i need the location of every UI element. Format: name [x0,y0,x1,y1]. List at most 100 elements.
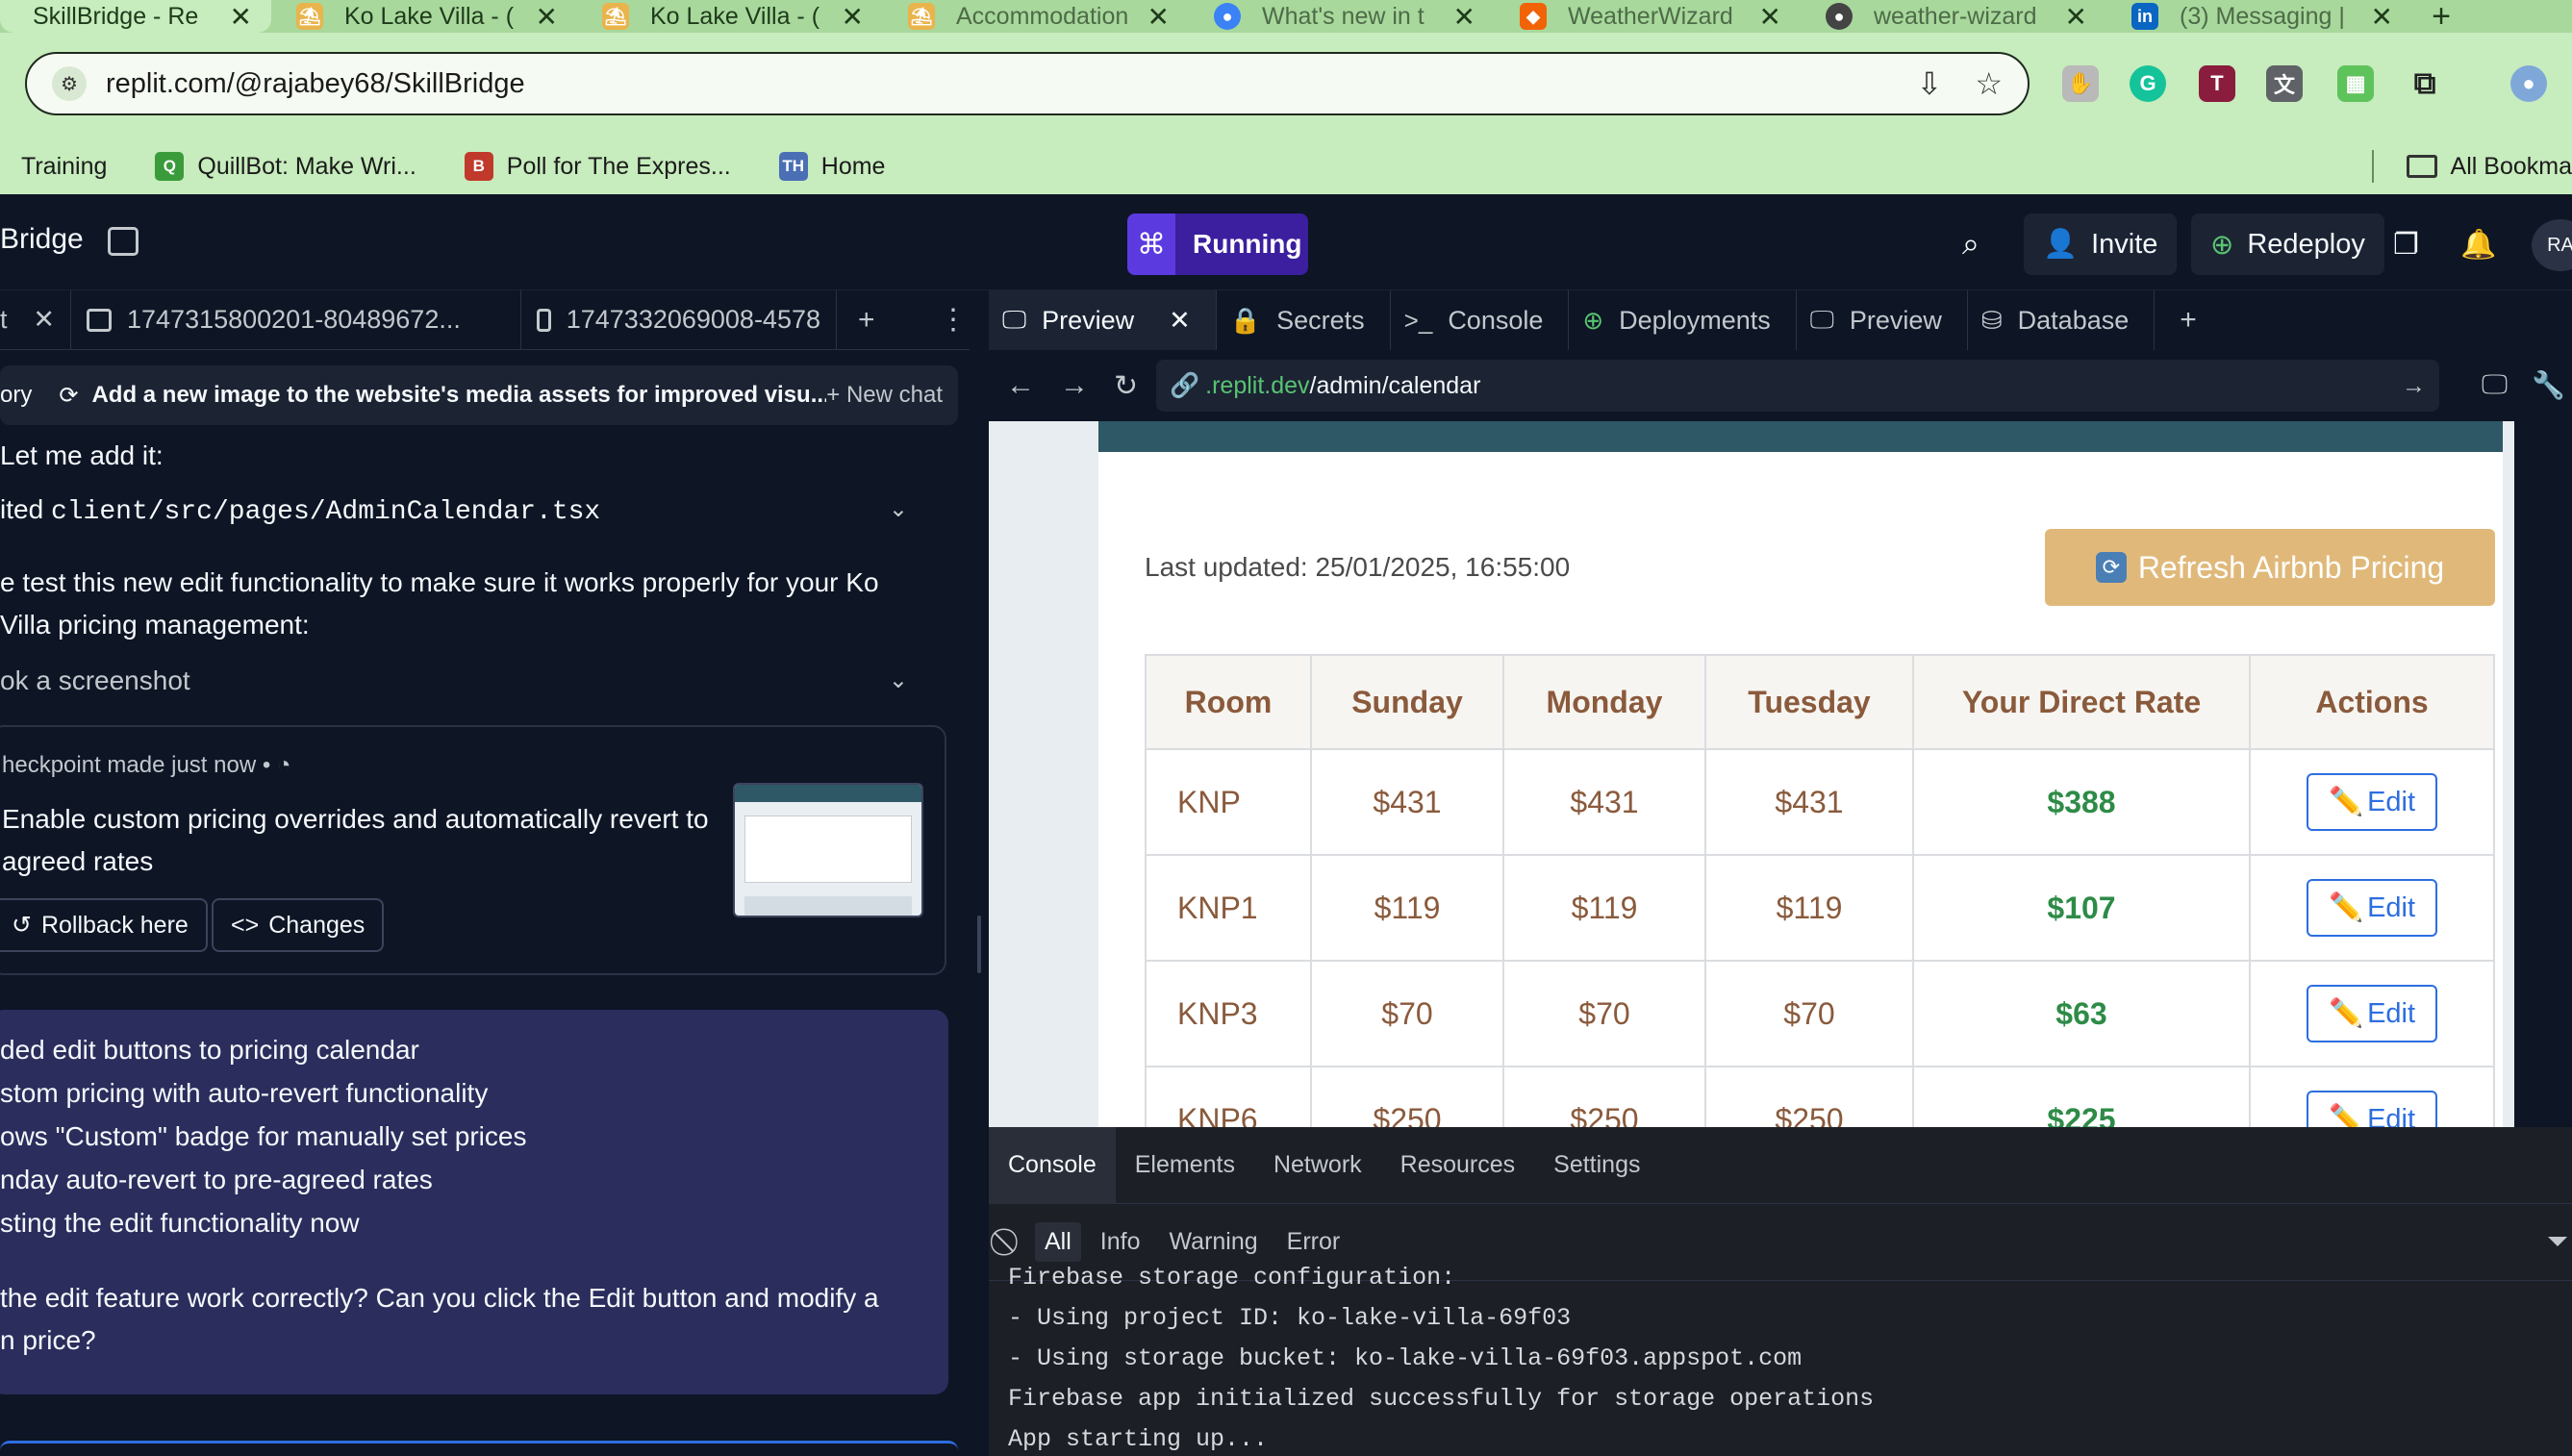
panel-resize-handle[interactable] [970,290,989,1456]
devtools-wrench-icon[interactable]: 🔧 [2532,369,2565,401]
extension-icon[interactable]: ✋ [2062,65,2099,102]
more-options-icon[interactable]: ⋮ [939,303,968,337]
filter-warning[interactable]: Warning [1160,1222,1268,1262]
close-icon[interactable]: ✕ [1169,306,1191,336]
install-app-icon[interactable]: ⇩ [1917,65,1943,102]
bookmark-item[interactable]: Q QuillBot: Make Wri... [155,152,416,181]
tab-deployments[interactable]: ⊕ Deployments [1569,290,1797,350]
invite-button[interactable]: 👤 Invite [2024,213,2178,275]
search-icon[interactable]: ⌕ [1962,213,1979,275]
tab-console[interactable]: >_ Console [1391,290,1570,350]
chat-history-bar[interactable]: ory ⟳ Add a new image to the website's m… [0,365,958,425]
tab-secrets[interactable]: 🔒 Secrets [1217,290,1391,350]
reload-icon[interactable]: ↻ [1114,369,1150,403]
star-icon[interactable]: ☆ [1975,65,2003,102]
run-status-button[interactable]: ⌘ Running [1127,213,1308,275]
extension-t-icon[interactable]: T [2199,65,2235,102]
rollback-button[interactable]: ↺ Rollback here [0,898,208,952]
browser-tab[interactable]: ⛱ Accommodation ✕ [883,0,1189,33]
address-bar[interactable]: ⚙ replit.com/@rajabey68/SkillBridge ⇩ ☆ [25,52,2030,115]
console-output[interactable]: Firebase storage configuration: - Using p… [1008,1264,1874,1456]
filter-error[interactable]: Error [1277,1222,1350,1262]
browser-tab[interactable]: ⛱ Ko Lake Villa - ( ✕ [577,0,883,33]
close-icon[interactable]: ✕ [230,1,252,33]
add-tab-button[interactable]: + [858,304,875,337]
tab-preview-2[interactable]: 🖵 Preview [1797,290,1968,350]
preview-url-field[interactable]: 🔗 .replit.dev/admin/calendar → [1156,360,2439,412]
tab-database[interactable]: ⛁ Database [1968,290,2156,350]
browser-tab[interactable]: in (3) Messaging | ✕ [2106,0,2412,33]
avatar[interactable]: RA [2532,219,2572,271]
last-updated: Last updated: 25/01/2025, 16:55:00 [1145,552,1571,582]
devtools-tab-settings[interactable]: Settings [1534,1127,1659,1204]
chevron-down-icon[interactable]: ⌄ [889,489,908,531]
tab-preview[interactable]: 🖵 Preview ✕ [989,290,1217,350]
edited-file-row[interactable]: ited client/src/pages/AdminCalendar.tsx … [0,489,958,534]
history-label[interactable]: ory [0,382,32,409]
resize-grip[interactable] [977,916,981,973]
browser-tab-strip: SkillBridge - Re ✕ ⛱ Ko Lake Villa - ( ✕… [0,0,2572,35]
devtools-tab-console[interactable]: Console [989,1126,1116,1204]
changes-button[interactable]: <> Changes [212,898,385,952]
translate-icon[interactable]: 文 [2266,65,2303,102]
tab-image-file[interactable]: 1747315800201-80489672... [71,290,521,350]
bookmark-item[interactable]: B Poll for The Expres... [464,152,731,181]
close-icon[interactable]: ✕ [1453,1,1475,33]
tab-agent[interactable]: t ✕ [0,290,71,350]
chevron-down-icon[interactable]: ⌄ [889,660,908,702]
back-arrow-icon[interactable]: ← [1006,369,1043,402]
browser-tab[interactable]: ● weather-wizard ✕ [1801,0,2106,33]
open-external-icon[interactable]: → [2402,372,2426,400]
new-tab-button[interactable]: + [2412,0,2470,35]
filter-all[interactable]: All [1035,1222,1081,1262]
multiplayer-icon[interactable]: ❐ [2393,213,2419,275]
redeploy-label: Redeploy [2247,228,2365,260]
browser-tab[interactable]: ● What's new in t ✕ [1189,0,1495,33]
thumbnail-header [735,785,921,802]
edit-button[interactable]: ✏️ Edit [2307,1091,2437,1127]
close-icon[interactable]: ✕ [2065,1,2087,33]
device-icon[interactable]: 🖵 [2482,369,2508,401]
browser-tab[interactable]: ◆ WeatherWizard ✕ [1495,0,1801,33]
all-bookmarks[interactable]: All Bookma [2371,138,2572,194]
edit-button[interactable]: ✏️ Edit [2307,773,2437,831]
add-tab-button[interactable]: + [2180,304,2197,337]
filter-funnel-icon[interactable]: ⏷ [2547,1226,2568,1258]
chat-input-edge[interactable] [0,1441,958,1456]
tab-image-file[interactable]: 1747332069008-4578 [521,290,837,350]
project-menu-icon[interactable] [108,227,139,256]
close-icon[interactable]: ✕ [2371,1,2393,33]
close-icon[interactable]: ✕ [536,1,558,33]
extension-grid-icon[interactable]: ▦ [2337,65,2374,102]
bookmark-item[interactable]: Training [21,153,107,181]
devtools-tab-network[interactable]: Network [1254,1127,1381,1204]
devtools-tab-resources[interactable]: Resources [1381,1127,1535,1204]
address-url[interactable]: replit.com/@rajabey68/SkillBridge [106,68,1884,100]
filter-info[interactable]: Info [1091,1222,1150,1262]
profile-avatar-icon[interactable]: ● [2510,65,2547,102]
close-icon[interactable]: ✕ [1147,1,1170,33]
edit-button[interactable]: ✏️ Edit [2307,985,2437,1042]
checkpoint-screenshot-thumbnail[interactable] [733,783,923,917]
new-chat-button[interactable]: + New chat [826,382,943,409]
devtools-tab-elements[interactable]: Elements [1116,1127,1254,1204]
browser-tab[interactable]: ⛱ Ko Lake Villa - ( ✕ [271,0,577,33]
project-name[interactable]: Bridge [0,223,84,256]
close-icon[interactable]: ✕ [842,1,864,33]
forward-arrow-icon[interactable]: → [1060,369,1097,402]
close-icon[interactable]: ✕ [33,305,55,335]
refresh-airbnb-pricing-button[interactable]: ⟳ Refresh Airbnb Pricing [2045,529,2495,606]
bell-icon[interactable]: 🔔 [2460,213,2496,275]
grammarly-icon[interactable]: G [2130,65,2166,102]
table-header-row: Room Sunday Monday Tuesday Your Direct R… [1145,654,2495,750]
redeploy-button[interactable]: ⊕ Redeploy [2191,213,2384,275]
browser-tab-title: WeatherWizard [1568,2,1733,30]
screenshot-row[interactable]: ok a screenshot ⌄ [0,660,958,702]
site-info-icon[interactable]: ⚙ [52,66,87,101]
bookmark-item[interactable]: TH Home [778,152,885,181]
browser-tab[interactable]: SkillBridge - Re ✕ [0,0,271,33]
close-icon[interactable]: ✕ [1759,1,1781,33]
extensions-puzzle-icon[interactable]: ⧉ [2407,65,2443,102]
edit-button[interactable]: ✏️ Edit [2307,879,2437,937]
price-cell: $119 [1502,854,1706,962]
